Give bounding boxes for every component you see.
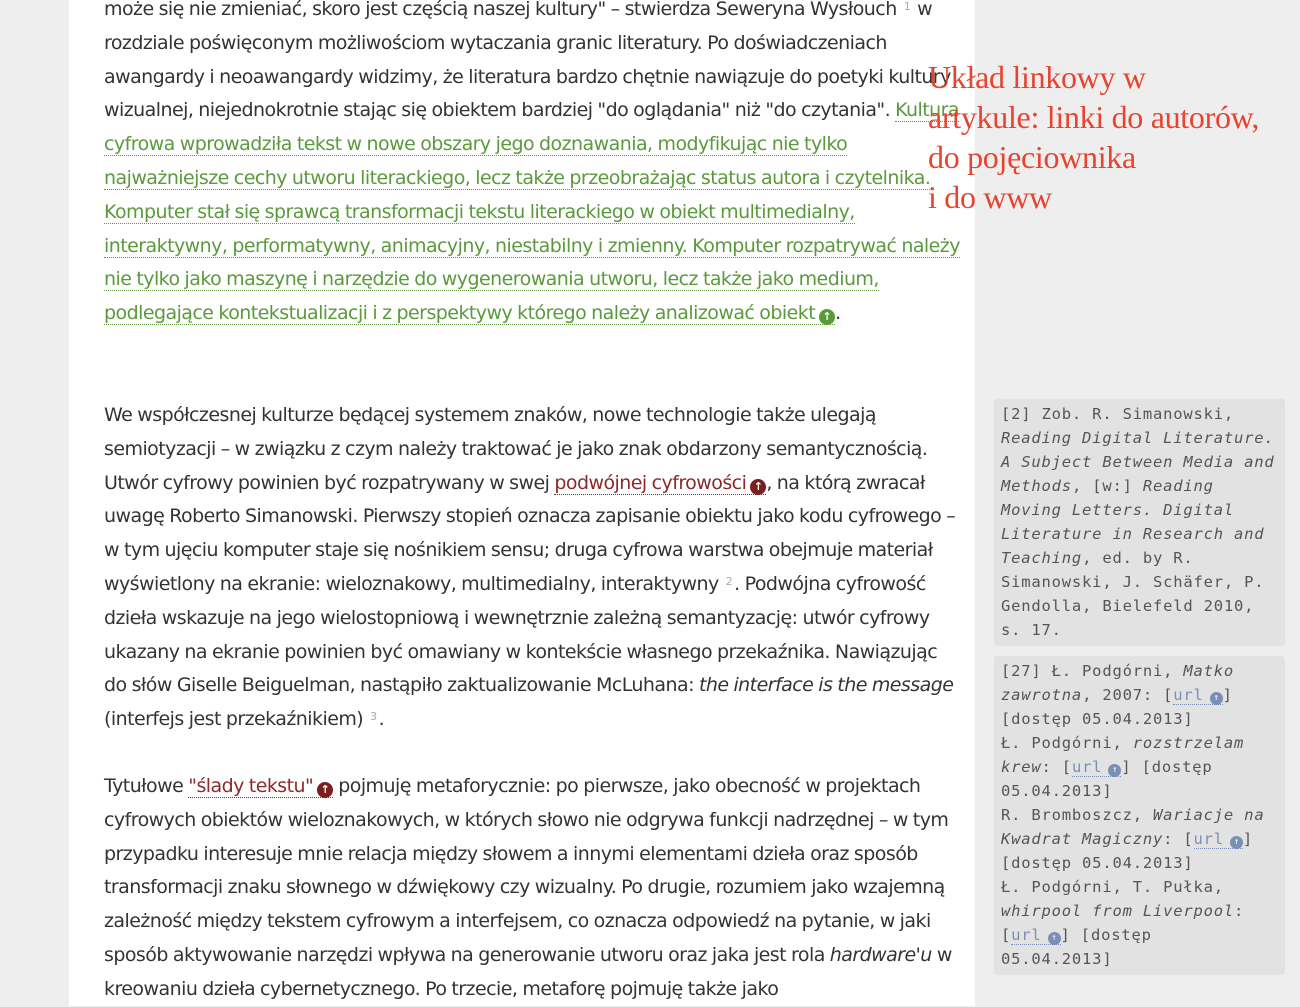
footnote-line: Gendolla, Bielefeld 2010, <box>1001 597 1255 615</box>
url-link-text[interactable]: url <box>1072 758 1102 776</box>
footnote-line: [dostęp 05.04.2013] <box>1001 854 1194 872</box>
footnote-line: whirpool from Liverpool: <box>1001 899 1285 923</box>
glossary-link[interactable]: "ślady tekstu" ↑ <box>188 775 334 798</box>
arrow-up-circle-icon[interactable]: ↑ <box>1209 692 1223 705</box>
footnote-ref-3[interactable]: 3 <box>370 710 377 723</box>
punctuation: . <box>835 302 841 325</box>
footnote-text: R. Bromboszcz, <box>1001 806 1143 824</box>
footnote-text: : <box>1234 902 1245 920</box>
italic-title: Teaching <box>1001 549 1083 567</box>
italic-title: Matko <box>1183 662 1235 680</box>
footnote-text: ] <box>1242 830 1254 848</box>
footnote-text: : [ <box>1163 830 1194 848</box>
footnote-text: , [w:] <box>1071 477 1133 495</box>
footnote-line: Ł. Podgórni, rozstrzelam <box>1001 731 1285 755</box>
footnote-line: 05.04.2013] <box>1001 950 1113 968</box>
url-link-text[interactable]: url <box>1011 926 1041 944</box>
italic-title: Moving Letters. Digital <box>1001 501 1235 519</box>
footnote-line: krew: [url ↑] [dostęp <box>1001 755 1285 779</box>
footnote-line: Methods, [w:] Reading <box>1001 474 1285 498</box>
paragraph-3: Tytułowe "ślady tekstu" ↑ pojmuję metafor… <box>104 770 964 1007</box>
italic-title: Wariacje na <box>1153 806 1265 824</box>
url-link[interactable]: url ↑ <box>1071 758 1122 777</box>
url-link[interactable]: url ↑ <box>1193 830 1243 849</box>
glossary-link-text[interactable]: podwójnej cyfrowości <box>554 472 746 494</box>
url-link-text[interactable]: url <box>1194 830 1224 848</box>
footnote-line: zawrotna, 2007: [url ↑] <box>1001 683 1285 707</box>
footnote-27: [27] Ł. Podgórni, Matko zawrotna, 2007: … <box>994 656 1285 975</box>
arrow-up-circle-icon[interactable]: ↑ <box>317 782 334 798</box>
annotation-line: i do www <box>928 179 1052 215</box>
url-link-text[interactable]: url <box>1173 686 1203 704</box>
footnote-line: Teaching, ed. by R. <box>1001 546 1285 570</box>
annotation-line: Układ linkowy w <box>928 59 1146 95</box>
italic-title: Kwadrat Magiczny <box>1001 830 1164 848</box>
footnote-text: [27] Ł. Podgórni, <box>1001 662 1174 680</box>
paragraph-2: We współczesnej kulturze będącej systeme… <box>104 399 964 737</box>
url-link[interactable]: url ↑ <box>1011 926 1061 945</box>
footnote-text: ] <box>1222 686 1233 704</box>
quote-link[interactable]: Kultura cyfrowa wprowadziła tekst w nowe… <box>104 99 960 326</box>
quote-link-text[interactable]: Kultura cyfrowa wprowadziła tekst w nowe… <box>104 99 960 324</box>
footnote-text: , ed. by R. <box>1082 549 1194 567</box>
annotation-callout: Układ linkowy w artykule: linki do autor… <box>928 57 1300 217</box>
italic-title: Reading Digital Literature. <box>1001 429 1275 447</box>
footnote-line: [url ↑] [dostęp <box>1001 923 1285 947</box>
footnote-text: [ <box>1001 926 1012 944</box>
arrow-up-circle-icon[interactable]: ↑ <box>1047 932 1061 945</box>
footnote-line: Literature in Research and <box>1001 522 1285 546</box>
italic-title: krew <box>1001 758 1042 776</box>
annotation-line: artykule: linki do autorów, <box>928 99 1260 135</box>
footnote-line: [2] Zob. R. Simanowski, <box>1001 405 1235 423</box>
footnote-ref-2[interactable]: 2 <box>726 575 733 588</box>
footnote-text: ] [dostęp <box>1060 926 1152 944</box>
arrow-up-circle-icon[interactable]: ↑ <box>819 309 836 326</box>
arrow-up-circle-icon[interactable]: ↑ <box>1229 836 1243 849</box>
arrow-up-circle-icon[interactable]: ↑ <box>1108 764 1122 777</box>
annotation-line: do pojęciownika <box>928 139 1136 175</box>
paragraph-text: pojmuję metaforycznie: po pierwsze, jako… <box>104 775 949 966</box>
footnote-line: Moving Letters. Digital <box>1001 498 1285 522</box>
glossary-link-text[interactable]: "ślady tekstu" <box>188 775 314 797</box>
italic-title: whirpool from Liverpool <box>1001 902 1235 920</box>
glossary-link[interactable]: podwójnej cyfrowości ↑ <box>554 471 767 495</box>
italic-title: rozstrzelam <box>1132 734 1245 752</box>
footnote-line: Kwadrat Magiczny: [url ↑] <box>1001 827 1285 851</box>
footnote-line: Reading Digital Literature. <box>1001 426 1285 450</box>
italic-title: zawrotna <box>1001 686 1083 704</box>
footnote-line: Ł. Podgórni, T. Pułka, <box>1001 878 1224 896</box>
paragraph-text: może się nie zmieniać, skoro jest części… <box>104 0 897 20</box>
paragraph-text: Tytułowe <box>104 775 184 797</box>
footnote-line: R. Bromboszcz, Wariacje na <box>1001 803 1285 827</box>
footnote-line: [dostęp 05.04.2013] <box>1001 710 1194 728</box>
paragraph-1: może się nie zmieniać, skoro jest części… <box>104 0 964 331</box>
footnote-line: s. 17. <box>1001 621 1062 639</box>
footnote-text: Ł. Podgórni, <box>1001 734 1123 752</box>
italic-phrase: hardware'u <box>829 943 933 966</box>
footnote-line: A Subject Between Media and <box>1001 450 1285 474</box>
italic-title: Methods <box>1001 477 1072 495</box>
punctuation: . <box>378 708 385 731</box>
italic-title: A Subject Between Media and <box>1001 453 1275 471</box>
footnote-text: : [ <box>1041 758 1072 776</box>
footnote-ref-1[interactable]: 1 <box>904 0 911 13</box>
footnote-line: [27] Ł. Podgórni, Matko <box>1001 659 1285 683</box>
footnote-line: 05.04.2013] <box>1001 782 1113 800</box>
footnote-line: Simanowski, J. Schäfer, P. <box>1001 573 1265 591</box>
paragraph-text: (interfejs jest przekaźnikiem) <box>104 708 364 731</box>
italic-title: Literature in Research and <box>1001 525 1265 543</box>
italic-phrase: the interface is the message <box>698 674 954 697</box>
footnote-2: [2] Zob. R. Simanowski, Reading Digital … <box>994 399 1285 646</box>
arrow-up-circle-icon[interactable]: ↑ <box>750 478 767 495</box>
italic-title: Reading <box>1142 477 1214 495</box>
footnote-text: , 2007: [ <box>1082 686 1174 704</box>
url-link[interactable]: url ↑ <box>1173 686 1223 705</box>
footnote-text: ] [dostęp <box>1121 758 1213 776</box>
